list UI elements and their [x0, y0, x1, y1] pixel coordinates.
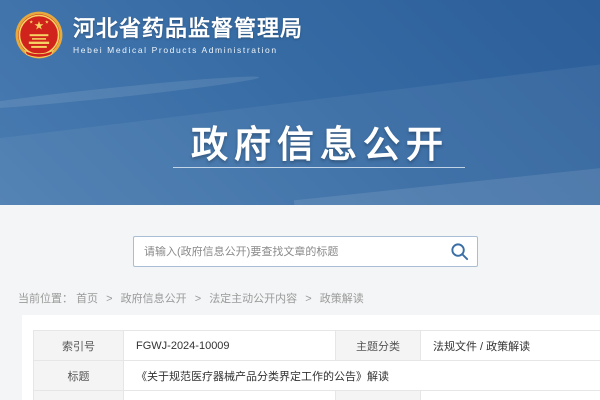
table-row: 发文部门 发布日期 2024-05-13: [34, 391, 600, 400]
svg-text:★: ★: [29, 19, 33, 24]
table-row: 索引号 FGWJ-2024-10009 主题分类 法规文件 / 政策解读: [34, 331, 600, 361]
page-title: 政府信息公开: [0, 114, 600, 168]
site-logo-link[interactable]: ★ ★ ★ 河北省药品监督管理局 Hebei Medical Products …: [14, 10, 303, 60]
search-input[interactable]: [134, 246, 450, 258]
breadcrumb-separator: >: [305, 293, 311, 305]
title-value: 《关于规范医疗器械产品分类界定工作的公告》解读: [124, 361, 600, 391]
breadcrumb-item-statutory-disclosure[interactable]: 法定主动公开内容: [209, 293, 297, 305]
banner-divider: [173, 167, 465, 168]
index-number-label: 索引号: [34, 331, 124, 361]
index-number-value: FGWJ-2024-10009: [124, 331, 336, 361]
breadcrumb-prefix: 当前位置：: [18, 293, 73, 305]
page: ★ ★ ★ 河北省药品监督管理局 Hebei Medical Products …: [0, 0, 600, 400]
subject-category-label: 主题分类: [336, 331, 421, 361]
article-info-table: 索引号 FGWJ-2024-10009 主题分类 法规文件 / 政策解读 标题 …: [33, 330, 600, 400]
site-subtitle-en: Hebei Medical Products Administration: [73, 45, 303, 55]
table-row: 标题 《关于规范医疗器械产品分类界定工作的公告》解读: [34, 361, 600, 391]
svg-text:★: ★: [45, 19, 49, 24]
search-icon[interactable]: [450, 242, 469, 261]
site-title: 河北省药品监督管理局: [73, 16, 303, 42]
svg-text:★: ★: [34, 20, 45, 33]
title-label: 标题: [34, 361, 124, 391]
breadcrumb-item-home[interactable]: 首页: [76, 293, 98, 305]
issuing-department-value: [124, 391, 336, 400]
search-box: [133, 236, 478, 267]
publish-date-label: 发布日期: [336, 391, 421, 400]
national-emblem-icon: ★ ★ ★: [14, 10, 64, 60]
site-brand-text: 河北省药品监督管理局 Hebei Medical Products Admini…: [73, 16, 303, 55]
breadcrumb-separator: >: [106, 293, 112, 305]
breadcrumb-item-policy-interpretation[interactable]: 政策解读: [320, 293, 364, 305]
subject-category-value: 法规文件 / 政策解读: [421, 331, 600, 361]
breadcrumb: 当前位置： 首页 > 政府信息公开 > 法定主动公开内容 > 政策解读: [18, 290, 364, 306]
breadcrumb-separator: >: [195, 293, 201, 305]
site-header-banner: ★ ★ ★ 河北省药品监督管理局 Hebei Medical Products …: [0, 0, 600, 205]
article-info-card: 索引号 FGWJ-2024-10009 主题分类 法规文件 / 政策解读 标题 …: [22, 315, 600, 400]
publish-date-value: 2024-05-13: [421, 391, 600, 400]
banner-wave-decoration: [0, 72, 260, 113]
issuing-department-label: 发文部门: [34, 391, 124, 400]
breadcrumb-item-gov-info[interactable]: 政府信息公开: [121, 293, 187, 305]
